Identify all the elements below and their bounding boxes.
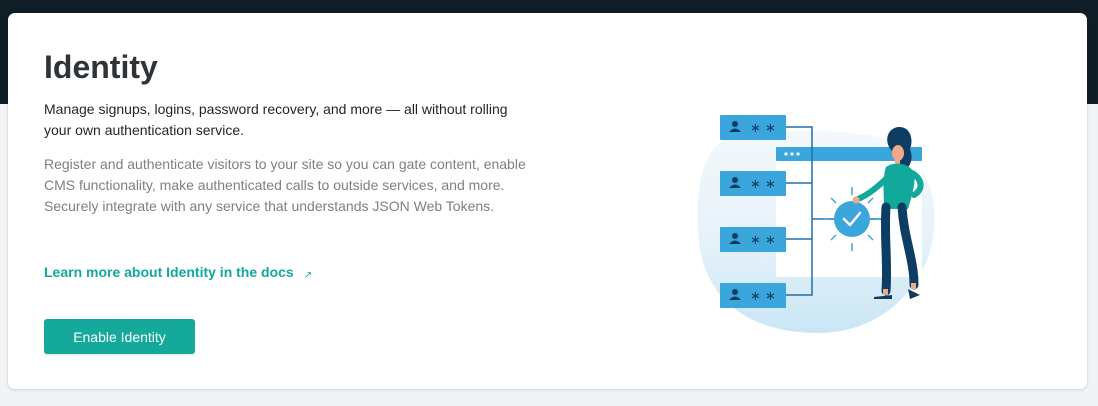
docs-link[interactable]: Learn more about Identity in the docs ↗ [44, 263, 312, 285]
server-block: ∗ ∗ [720, 115, 786, 140]
identity-card: Identity Manage signups, logins, passwor… [8, 13, 1087, 389]
server-block: ∗ ∗ [720, 283, 786, 308]
svg-text:∗ ∗: ∗ ∗ [750, 233, 776, 248]
svg-text:∗ ∗: ∗ ∗ [750, 289, 776, 304]
enable-identity-button[interactable]: Enable Identity [44, 319, 195, 354]
svg-text:∗ ∗: ∗ ∗ [750, 121, 776, 136]
identity-illustration: ∗ ∗ ∗ ∗ ∗ ∗ ∗ ∗ [697, 115, 935, 334]
description-text: Register and authenticate visitors to yo… [44, 156, 526, 214]
lead-text: Manage signups, logins, password recover… [44, 101, 508, 138]
svg-text:∗ ∗: ∗ ∗ [750, 177, 776, 192]
external-arrow-icon: ↗ [303, 270, 313, 281]
server-block: ∗ ∗ [720, 227, 786, 252]
server-block: ∗ ∗ [720, 171, 786, 196]
docs-link-label: Learn more about Identity in the docs [44, 264, 294, 280]
page-title: Identity [44, 49, 158, 85]
